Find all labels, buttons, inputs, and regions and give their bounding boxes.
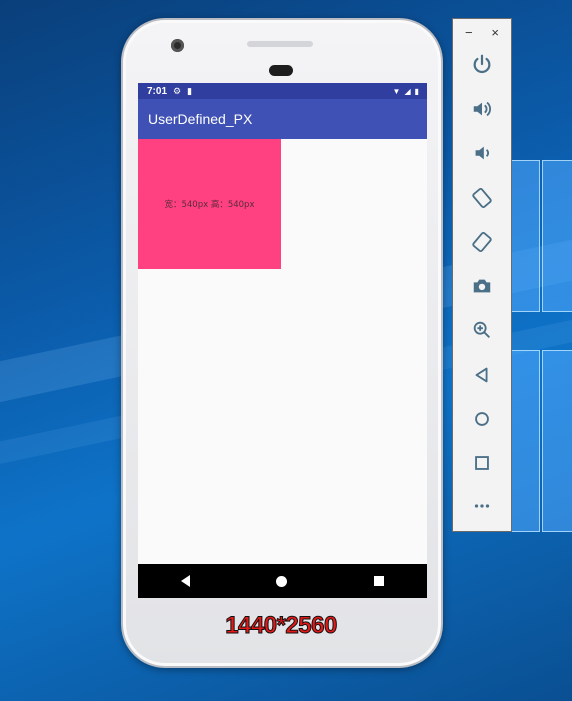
more-button[interactable] — [453, 491, 511, 521]
back-button[interactable] — [453, 360, 511, 390]
home-icon — [475, 412, 489, 426]
camera-icon — [473, 279, 491, 293]
android-nav-bar — [138, 564, 427, 598]
front-camera — [171, 39, 184, 52]
battery-icon: ▮ — [414, 86, 419, 96]
emulator-toolbar: − × — [452, 18, 512, 532]
back-icon — [475, 367, 488, 383]
home-button[interactable] — [453, 404, 511, 434]
pink-square-view: 宽：540px 高：540px — [138, 139, 281, 269]
volume-up-icon — [473, 101, 491, 117]
earpiece-speaker — [269, 65, 293, 76]
volume-down-button[interactable] — [453, 138, 511, 168]
zoom-button[interactable] — [453, 315, 511, 345]
nav-recents-button[interactable] — [373, 576, 384, 586]
phone-top-bezel — [247, 41, 313, 47]
power-icon — [473, 54, 491, 74]
rotate-left-button[interactable] — [453, 183, 511, 213]
rotate-left-icon — [472, 187, 492, 209]
windows-logo — [510, 160, 572, 532]
zoom-icon — [473, 321, 490, 338]
minimize-button[interactable]: − — [465, 25, 473, 40]
nav-back-button[interactable] — [181, 575, 191, 587]
sd-card-notification-icon: ▮ — [187, 85, 193, 96]
nav-home-button[interactable] — [276, 575, 288, 587]
phone-frame: 7:01 ⚙ ▮ ▼ ◢ ▮ UserDefined_PX 宽：540px 高：… — [121, 18, 443, 668]
status-time: 7:01 — [147, 85, 168, 97]
app-title: UserDefined_PX — [148, 111, 253, 127]
volume-up-button[interactable] — [453, 94, 511, 124]
wifi-icon: ▼ — [392, 86, 401, 96]
pink-square-label: 宽：540px 高：540px — [164, 200, 255, 210]
signal-icon: ◢ — [404, 86, 411, 96]
settings-notification-icon: ⚙ — [173, 85, 182, 96]
phone-screen: 7:01 ⚙ ▮ ▼ ◢ ▮ UserDefined_PX 宽：540px 高：… — [138, 83, 427, 598]
screenshot-button[interactable] — [453, 271, 511, 301]
resolution-caption: 1440*2560 — [225, 612, 338, 640]
overview-button[interactable] — [453, 448, 511, 478]
more-icon — [474, 504, 490, 508]
rotate-right-icon — [472, 231, 492, 253]
power-button[interactable] — [453, 49, 511, 79]
rotate-right-button[interactable] — [453, 227, 511, 257]
overview-icon — [475, 456, 489, 470]
close-button[interactable]: × — [491, 25, 499, 40]
app-bar: UserDefined_PX — [138, 99, 427, 139]
status-bar: 7:01 ⚙ ▮ ▼ ◢ ▮ — [138, 83, 427, 99]
volume-down-icon — [475, 146, 489, 160]
